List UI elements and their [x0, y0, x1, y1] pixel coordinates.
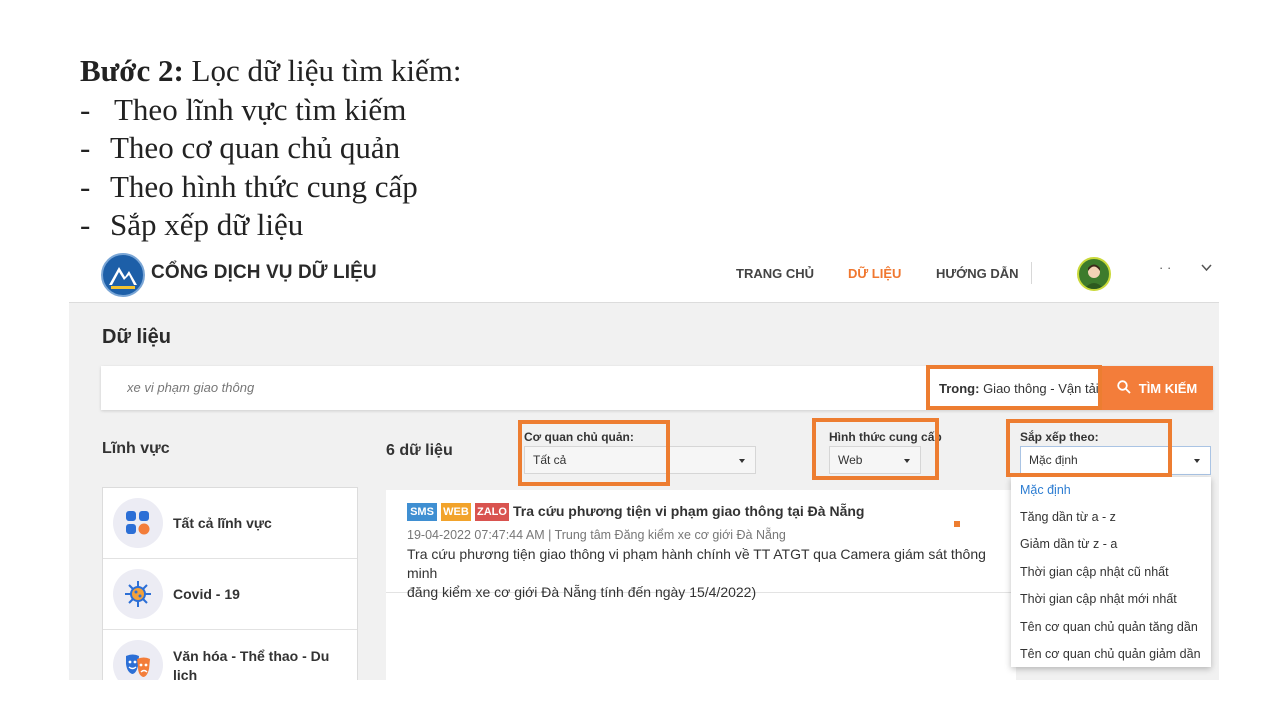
category-item-culture[interactable]: Văn hóa - Thể thao - Du lịch — [103, 630, 357, 680]
sort-option[interactable]: Tên cơ quan chủ quản giảm dần — [1020, 647, 1201, 661]
step-heading: Bước 2: Lọc dữ liệu tìm kiếm: — [80, 52, 461, 91]
chevron-down-icon — [1201, 260, 1212, 275]
search-button[interactable]: TÌM KIẾM — [1101, 366, 1213, 410]
badge-web: WEB — [441, 503, 471, 521]
sort-option[interactable]: Thời gian cập nhật cũ nhất — [1020, 565, 1169, 579]
highlight-agency-filter — [518, 420, 670, 486]
page-title: Dữ liệu — [102, 326, 171, 348]
badge-zalo: ZALO — [475, 503, 509, 521]
sort-option[interactable]: Tên cơ quan chủ quản tăng dần — [1020, 620, 1198, 634]
bullet-item: - Theo cơ quan chủ quản — [80, 130, 401, 165]
highlight-sort-filter — [1006, 419, 1172, 477]
sidebar-title: Lĩnh vực — [102, 440, 170, 457]
sort-option[interactable]: Mặc định — [1020, 483, 1071, 497]
nav-guide[interactable]: HƯỚNG DẪN — [936, 266, 1019, 281]
search-icon — [1117, 379, 1131, 397]
nav-home[interactable]: TRANG CHỦ — [736, 266, 814, 281]
result-meta: 19-04-2022 07:47:44 AM | Trung tâm Đăng … — [407, 528, 786, 542]
nav-divider — [1031, 262, 1032, 284]
sort-dropdown-menu: Mặc định Tăng dần từ a - z Giảm dần từ z… — [1011, 477, 1211, 667]
sort-option[interactable]: Tăng dần từ a - z — [1020, 510, 1116, 524]
category-label: Tất cả lĩnh vực — [173, 515, 272, 531]
search-input[interactable] — [125, 379, 909, 396]
highlight-search-scope — [926, 365, 1102, 410]
category-list: Tất cả lĩnh vực Covid - 19 Văn hóa - Thể… — [102, 487, 358, 680]
search-button-label: TÌM KIẾM — [1138, 380, 1198, 396]
user-avatar[interactable] — [1077, 257, 1111, 291]
category-label: Covid - 19 — [173, 586, 240, 602]
step-label: Bước 2: — [80, 53, 184, 88]
site-logo[interactable] — [101, 253, 145, 297]
slide-instructions: Bước 2: Lọc dữ liệu tìm kiếm: - Theo lĩnh… — [80, 52, 461, 245]
step-text: Lọc dữ liệu tìm kiếm: — [183, 53, 462, 88]
result-description: Tra cứu phương tiện giao thông vi phạm h… — [407, 546, 986, 600]
virus-icon — [113, 569, 163, 619]
category-label: Văn hóa - Thể thao - Du lịch — [173, 648, 330, 680]
results-list: SMS WEB ZALO Tra cứu phương tiện vi phạm… — [386, 490, 1016, 680]
category-item-all[interactable]: Tất cả lĩnh vực — [103, 488, 357, 559]
badge-sms: SMS — [407, 503, 437, 521]
result-item[interactable]: SMS WEB ZALO Tra cứu phương tiện vi phạm… — [386, 490, 1016, 600]
result-count: 6 dữ liệu — [386, 442, 453, 459]
sort-option[interactable]: Thời gian cập nhật mới nhất — [1020, 592, 1177, 606]
theater-masks-icon — [113, 640, 163, 680]
sort-option[interactable]: Giảm dần từ z - a — [1020, 537, 1117, 551]
caret-down-icon — [1194, 459, 1200, 463]
result-title[interactable]: Tra cứu phương tiện vi phạm giao thông t… — [513, 503, 864, 519]
category-item-covid[interactable]: Covid - 19 — [103, 559, 357, 630]
user-menu[interactable]: · · — [1159, 260, 1212, 275]
grid-icon — [113, 498, 163, 548]
bullet-item: - Sắp xếp dữ liệu — [80, 207, 304, 242]
caret-down-icon — [739, 459, 745, 463]
bullet-item: - Theo lĩnh vực tìm kiếm — [80, 91, 407, 127]
annotation-dot — [954, 521, 960, 527]
user-name: · · — [1159, 260, 1172, 275]
nav-data[interactable]: DỮ LIỆU — [848, 266, 901, 281]
site-title[interactable]: CỔNG DỊCH VỤ DỮ LIỆU — [151, 262, 377, 284]
highlight-provision-filter — [812, 418, 939, 480]
bullet-item: - Theo hình thức cung cấp — [80, 168, 418, 204]
top-navbar: CỔNG DỊCH VỤ DỮ LIỆU TRANG CHỦ DỮ LIỆU H… — [69, 250, 1219, 303]
